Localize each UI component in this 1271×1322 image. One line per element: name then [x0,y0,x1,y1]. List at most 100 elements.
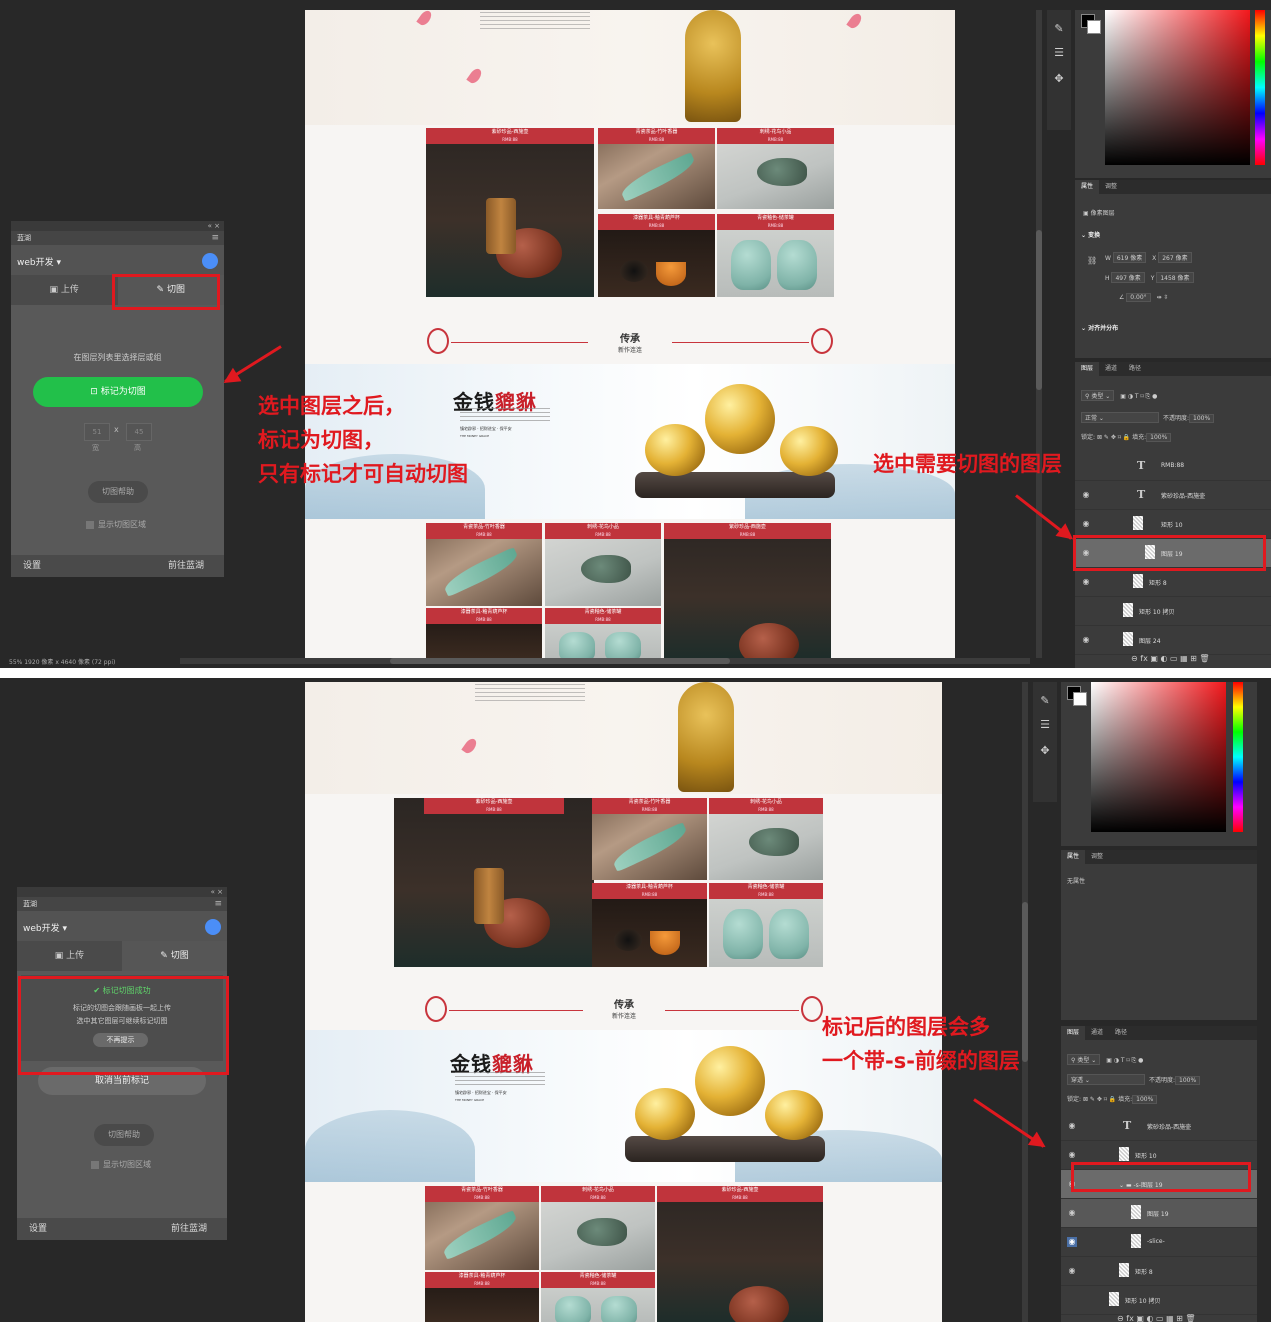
layer-actions-bar[interactable]: ⊖ fx ▣ ◐ ▭ ▦ ⊞ 🗑 [1117,1314,1196,1322]
user-avatar[interactable] [202,253,218,269]
brush-tool-icon[interactable]: ✎ [1052,22,1066,36]
show-slice-area-checkbox[interactable]: 显示切图区域 [86,519,146,530]
user-avatar[interactable] [205,919,221,935]
layer-row[interactable]: T RMB:88 [1075,452,1271,481]
filter-icons[interactable]: ▣ ◑ T ⌑ ⎘ ● [1106,1057,1143,1064]
tab-adjustments[interactable]: 调整 [1099,180,1123,194]
filter-icons[interactable]: ▣ ◑ T ⌑ ⎘ ● [1120,393,1157,400]
layer-row[interactable]: ◉ -slice- [1061,1228,1257,1257]
panel-menu-icon[interactable]: ≡ [214,897,222,911]
layer-row[interactable]: 矩形 10 拷贝 [1061,1286,1257,1315]
tab-properties[interactable]: 属性 [1061,850,1086,864]
visibility-eye-icon[interactable]: ◉ [1081,519,1091,529]
puzzle-icon[interactable]: ✥ [1038,744,1052,758]
slice-width-input[interactable]: 51 [84,423,110,441]
tab-paths[interactable]: 路径 [1109,1026,1133,1040]
x-field[interactable]: 267 像素 [1158,252,1192,263]
adjust-sliders-icon[interactable]: ☰ [1038,718,1052,732]
product-tile-jars: 青瓷釉色-储茶罐 RMB:88 [717,214,834,297]
height-field[interactable]: 497 像素 [1111,272,1145,283]
visibility-eye-icon[interactable]: ◉ [1067,1237,1077,1247]
color-field[interactable] [1105,10,1250,165]
visibility-eye-icon[interactable]: ◉ [1067,1208,1077,1218]
panel-collapse-controls[interactable]: « × [11,221,224,231]
visibility-eye-icon[interactable]: ◉ [1067,1150,1077,1160]
product-tile-teapot: 紫砂珍品-西施壶 RMB:88 [426,128,594,297]
lock-icons[interactable]: ⊠ ✎ ✥ ⌑ 🔒 [1097,434,1130,441]
background-color-swatch[interactable] [1073,692,1087,706]
show-slice-area-checkbox[interactable]: 显示切图区域 [91,1159,151,1170]
settings-link[interactable]: 设置 [29,1218,47,1240]
tab-adjustments[interactable]: 调整 [1085,850,1109,864]
layer-row[interactable]: ◉ 图层 24 [1075,626,1271,655]
mark-as-slice-button[interactable]: ⊡ 标记为切图 [33,377,203,407]
banner-slogan: 镇宅辟邪 · 招财进宝 · 保平安 [460,426,512,431]
visibility-eye-icon[interactable]: ◉ [1081,635,1091,645]
tab-layers[interactable]: 图层 [1061,1026,1086,1040]
upload-image-icon: ▣ [49,285,61,295]
tab-upload[interactable]: ▣ 上传 [11,275,118,305]
tab-channels[interactable]: 通道 [1085,1026,1109,1040]
background-color-swatch[interactable] [1087,20,1101,34]
hue-slider[interactable] [1233,682,1243,832]
visibility-eye-icon[interactable]: ◉ [1081,490,1091,500]
panel-menu-icon[interactable]: ≡ [211,231,219,245]
width-field[interactable]: 619 像素 [1112,252,1147,263]
settings-link[interactable]: 设置 [23,555,41,577]
layer-row[interactable]: ◉ T 紫砂珍品-西施壶 [1061,1112,1257,1141]
buddha-statue-image [685,10,741,122]
angle-field[interactable]: 0.00° [1126,293,1151,302]
canvas-vertical-scrollbar[interactable] [1036,10,1042,658]
banner-desc [455,1072,545,1086]
buddha-statue-image [678,682,734,792]
go-lanhu-link[interactable]: 前往蓝湖 [171,1218,207,1240]
visibility-eye-icon[interactable]: ◉ [1081,577,1091,587]
project-selector[interactable]: web开发 ▾ [17,255,61,268]
layer-actions-bar[interactable]: ⊖ fx ▣ ◐ ▭ ▦ ⊞ 🗑 [1131,654,1210,663]
layer-row[interactable]: ◉ 矩形 8 [1075,568,1271,597]
tab-paths[interactable]: 路径 [1123,362,1147,376]
flip-vertical-icon[interactable]: ⇳ [1164,294,1169,301]
product-tile-cups: 漆器茶具-釉青葫芦杯 RMB:88 [592,883,707,967]
tab-properties[interactable]: 属性 [1075,180,1100,194]
canvas-vertical-scrollbar[interactable] [1022,682,1028,1322]
layer-row[interactable]: 矩形 10 拷贝 [1075,597,1271,626]
project-selector[interactable]: web开发 ▾ [23,921,67,934]
fill-field[interactable]: 100% [1132,1095,1158,1104]
height-label: 高 [134,444,141,452]
tab-slice[interactable]: ✎ 切图 [122,941,227,971]
visibility-eye-icon[interactable]: ◉ [1067,1121,1077,1131]
layer-row[interactable]: ◉ T 紫砂珍品-西施壶 [1075,481,1271,510]
panel-collapse-controls[interactable]: « × [17,887,227,897]
layer-filter-select[interactable]: ⚲ 类型 ⌄ [1081,390,1115,401]
visibility-eye-icon[interactable]: ◉ [1067,1266,1077,1276]
lock-icons[interactable]: ⊠ ✎ ✥ ⌑ 🔒 [1083,1096,1116,1103]
tab-channels[interactable]: 通道 [1099,362,1123,376]
opacity-field[interactable]: 100% [1189,414,1215,423]
link-chain-icon[interactable]: ⛓ [1087,256,1097,265]
tab-layers[interactable]: 图层 [1075,362,1100,376]
y-field[interactable]: 1458 像素 [1156,272,1194,283]
slice-height-input[interactable]: 45 [126,423,152,441]
puzzle-icon[interactable]: ✥ [1052,72,1066,86]
flip-horizontal-icon[interactable]: ⇹ [1157,294,1162,301]
slice-help-button[interactable]: 切图帮助 [94,1124,154,1146]
fill-field[interactable]: 100% [1146,433,1172,442]
blend-mode-select[interactable]: 穿透 ⌄ [1067,1074,1145,1085]
adjust-sliders-icon[interactable]: ☰ [1052,46,1066,60]
opacity-field[interactable]: 100% [1175,1076,1201,1085]
go-lanhu-link[interactable]: 前往蓝湖 [168,555,204,577]
brush-tool-icon[interactable]: ✎ [1038,694,1052,708]
color-field[interactable] [1091,682,1226,832]
hue-slider[interactable] [1255,10,1265,165]
canvas-horizontal-scrollbar[interactable] [180,658,1030,664]
blend-mode-select[interactable]: 正常 ⌄ [1081,412,1159,423]
slice-help-button[interactable]: 切图帮助 [88,481,148,503]
layer-row[interactable]: ◉ 矩形 8 [1061,1257,1257,1286]
layer-row[interactable]: ◉ 图层 19 [1061,1199,1257,1228]
tab-upload[interactable]: ▣ 上传 [17,941,122,971]
product-tile-jars-2: 青瓷釉色-储茶罐 RMB:88 [545,608,661,658]
document-canvas[interactable]: 紫砂珍品-西施壶 RMB:88 青瓷茶品-竹叶香器 RMB:88 刺绣-花鸟小品 RM… [305,682,942,1322]
document-canvas[interactable]: 紫砂珍品-西施壶 RMB:88 青瓷茶品-竹叶香器 RMB:88 刺绣-花鸟小品 RM… [305,10,955,658]
layer-filter-select[interactable]: ⚲ 类型 ⌄ [1067,1054,1101,1065]
